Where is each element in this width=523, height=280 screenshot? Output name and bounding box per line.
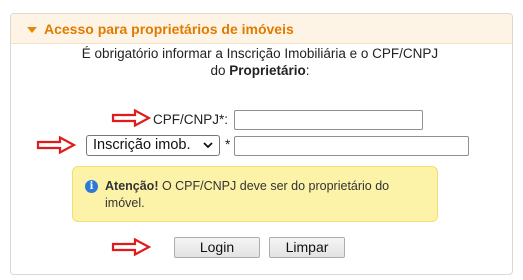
- cpf-cnpj-input[interactable]: [234, 110, 423, 130]
- instruction-owner-emphasis: Proprietário: [229, 63, 306, 78]
- instruction-text: É obrigatório informar a Inscrição Imobi…: [60, 45, 460, 79]
- panel-header[interactable]: Acesso para proprietários de imóveis: [11, 14, 512, 44]
- warning-alert: i Atenção! O CPF/CNPJ deve ser do propri…: [72, 166, 438, 222]
- red-arrow-annotation-icon: [36, 136, 76, 154]
- instruction-line-2-suffix: :: [305, 63, 310, 78]
- required-asterisk: *: [225, 137, 231, 152]
- inscricao-select-value: Inscrição imob.: [93, 137, 191, 153]
- inscricao-type-select[interactable]: Inscrição imob.: [86, 135, 220, 156]
- chevron-down-icon: [203, 142, 213, 149]
- instruction-line-2-prefix: do: [210, 63, 230, 78]
- inscricao-imobiliaria-input[interactable]: [234, 136, 469, 156]
- info-icon: i: [85, 180, 98, 193]
- alert-message: Atenção! O CPF/CNPJ deve ser do propriet…: [105, 178, 425, 212]
- instruction-line-2: do Proprietário:: [60, 62, 460, 79]
- panel-title: Acesso para proprietários de imóveis: [44, 21, 294, 37]
- red-arrow-annotation-icon: [111, 109, 151, 127]
- cpf-cnpj-label: CPF/CNPJ*:: [153, 112, 229, 127]
- clear-button[interactable]: Limpar: [269, 237, 345, 258]
- login-button[interactable]: Login: [174, 237, 260, 258]
- instruction-line-1: É obrigatório informar a Inscrição Imobi…: [81, 46, 439, 61]
- red-arrow-annotation-icon: [111, 238, 151, 256]
- caret-down-icon[interactable]: [27, 27, 37, 33]
- alert-strong: Atenção!: [105, 179, 159, 193]
